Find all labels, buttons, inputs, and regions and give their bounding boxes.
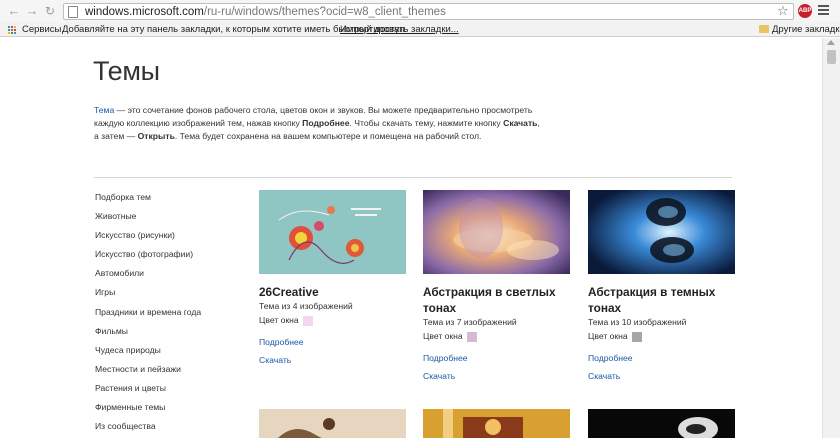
theme-thumbnail[interactable] <box>588 190 735 274</box>
theme-thumbnail[interactable] <box>423 409 570 438</box>
scroll-thumb[interactable] <box>827 50 836 64</box>
page-icon <box>68 6 78 18</box>
url-text[interactable]: windows.microsoft.com/ru-ru/windows/them… <box>85 5 446 19</box>
window-color: Цвет окна <box>423 330 570 343</box>
theme-thumbnail[interactable] <box>259 190 406 274</box>
category-item[interactable]: Подборка тем <box>95 190 245 209</box>
forward-arrow-icon[interactable]: → <box>25 4 39 18</box>
bookmark-star-icon[interactable]: ☆ <box>777 4 789 17</box>
theme-card: 26Creative Тема из 4 изображений Цвет ок… <box>259 190 406 367</box>
category-item[interactable]: Из сообщества <box>95 419 245 438</box>
category-item[interactable]: Искусство (фотографии) <box>95 247 245 266</box>
scrollbar[interactable] <box>822 38 840 438</box>
theme-image-count: Тема из 10 изображений <box>588 317 687 327</box>
theme-title: Абстракция в светлых тонах <box>423 285 556 315</box>
page-title: Темы <box>93 56 160 86</box>
divider <box>94 177 732 178</box>
download-link[interactable]: Скачать <box>588 370 735 383</box>
window-color-swatch <box>466 331 477 342</box>
window-color-swatch <box>302 315 313 326</box>
page-content: Темы Тема — это сочетание фонов рабочего… <box>0 38 822 438</box>
intro-text: Тема — это сочетание фонов рабочего стол… <box>94 104 546 143</box>
import-bookmarks-link[interactable]: Импортировать закладки... <box>340 22 459 37</box>
intro-bold-more: Подробнее <box>302 118 350 128</box>
other-bookmarks[interactable]: Другие закладки <box>772 22 840 37</box>
window-color: Цвет окна <box>259 314 406 327</box>
more-link[interactable]: Подробнее <box>423 352 570 365</box>
window-color-label: Цвет окна <box>588 331 628 341</box>
scroll-up-arrow-icon[interactable] <box>827 40 835 45</box>
more-link[interactable]: Подробнее <box>588 352 735 365</box>
browser-chrome: ← → ↻ windows.microsoft.com/ru-ru/window… <box>0 0 840 37</box>
theme-image-count: Тема из 7 изображений <box>423 317 517 327</box>
reload-icon[interactable]: ↻ <box>43 4 57 18</box>
apps-grid-icon[interactable] <box>8 26 17 35</box>
intro-bold-download: Скачать <box>503 118 538 128</box>
theme-title: 26Creative <box>259 285 319 299</box>
theme-definition-link[interactable]: Тема <box>94 105 114 115</box>
intro-part-4: . Тема будет сохранена на вашем компьюте… <box>174 131 482 141</box>
category-item[interactable]: Фильмы <box>95 324 245 343</box>
toolbar: ← → ↻ windows.microsoft.com/ru-ru/window… <box>0 0 840 22</box>
intro-bold-open: Открыть <box>137 131 175 141</box>
bookmarks-bar: Сервисы Добавляйте на эту панель закладк… <box>0 22 840 37</box>
category-item[interactable]: Фирменные темы <box>95 400 245 419</box>
intro-part-2: . Чтобы скачать тему, нажмите кнопку <box>349 118 504 128</box>
theme-thumbnail[interactable] <box>588 409 735 438</box>
category-item[interactable]: Искусство (рисунки) <box>95 228 245 247</box>
category-item[interactable]: Чудеса природы <box>95 343 245 362</box>
theme-thumbnail[interactable] <box>423 190 570 274</box>
theme-card: Абстракция в темных тонах Тема из 10 изо… <box>588 190 735 383</box>
category-item[interactable]: Игры <box>95 285 245 304</box>
theme-image-count: Тема из 4 изображений <box>259 301 353 311</box>
window-color-label: Цвет окна <box>259 315 299 325</box>
address-bar[interactable]: windows.microsoft.com/ru-ru/windows/them… <box>63 3 794 20</box>
window-color-swatch <box>631 331 642 342</box>
bookmark-services[interactable]: Сервисы <box>22 22 61 37</box>
category-item[interactable]: Местности и пейзажи <box>95 362 245 381</box>
category-item[interactable]: Растения и цветы <box>95 381 245 400</box>
back-arrow-icon[interactable]: ← <box>7 4 21 18</box>
url-host: windows.microsoft.com <box>85 6 204 18</box>
more-link[interactable]: Подробнее <box>259 336 406 349</box>
url-path: /ru-ru/windows/themes?ocid=w8_client_the… <box>203 6 446 18</box>
category-item[interactable]: Автомобили <box>95 266 245 285</box>
folder-icon <box>759 25 769 33</box>
category-item[interactable]: Животные <box>95 209 245 228</box>
theme-thumbnail[interactable] <box>259 409 406 438</box>
adblock-plus-icon[interactable]: ABP <box>798 4 812 18</box>
download-link[interactable]: Скачать <box>423 370 570 383</box>
window-color: Цвет окна <box>588 330 735 343</box>
menu-icon[interactable] <box>818 5 829 16</box>
window-color-label: Цвет окна <box>423 331 463 341</box>
theme-card: Абстракция в светлых тонах Тема из 7 изо… <box>423 190 570 383</box>
category-item[interactable]: Праздники и времена года <box>95 305 245 324</box>
theme-title: Абстракция в темных тонах <box>588 285 716 315</box>
category-list: Подборка тем Животные Искусство (рисунки… <box>95 190 245 438</box>
download-link[interactable]: Скачать <box>259 354 406 367</box>
